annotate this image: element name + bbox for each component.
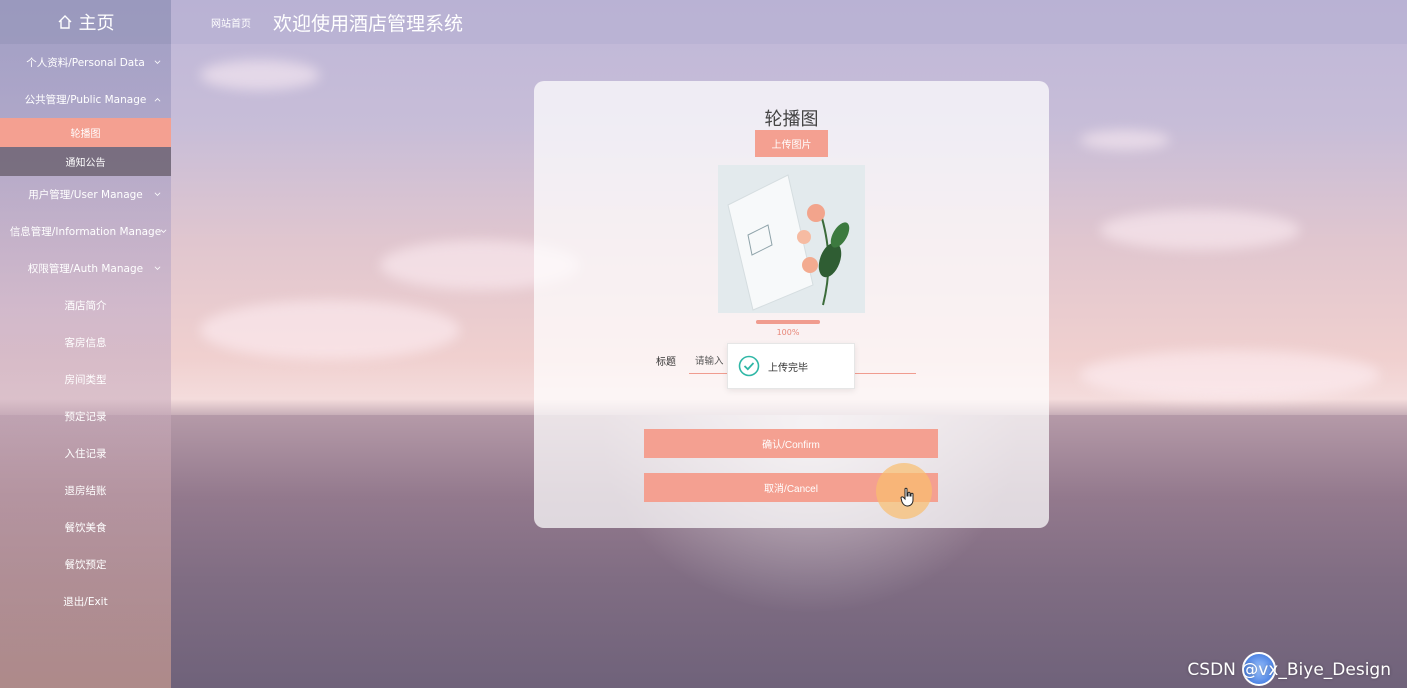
- sidebar-item-dining-booking[interactable]: 餐饮预定: [0, 546, 171, 583]
- sidebar-item-label: 信息管理/Information Manage: [9, 226, 162, 238]
- flower-card-image: [718, 165, 865, 313]
- page-title: 欢迎使用酒店管理系统: [273, 12, 464, 35]
- background-cloud: [1080, 350, 1380, 400]
- image-preview: [718, 165, 865, 313]
- sidebar-item-label: 酒店简介: [64, 300, 107, 312]
- sidebar-item-exit[interactable]: 退出/Exit: [0, 583, 171, 620]
- sidebar-item-checkout[interactable]: 退房结账: [0, 472, 171, 509]
- carousel-edit-dialog: 轮播图 上传图片 100% 标题 上传完毕 确认/Confirm 取消/Canc…: [534, 81, 1049, 528]
- chevron-down-icon: [154, 265, 161, 270]
- upload-complete-toast: 上传完毕: [727, 343, 855, 389]
- sidebar-subitem-label: 轮播图: [70, 129, 101, 140]
- breadcrumb-home-link[interactable]: 网站首页: [211, 15, 251, 30]
- sidebar-item-personal-data[interactable]: 个人资料/Personal Data: [0, 44, 171, 81]
- chevron-down-icon: [154, 59, 161, 64]
- upload-progress-fill: [756, 320, 820, 324]
- sidebar-item-dining[interactable]: 餐饮美食: [0, 509, 171, 546]
- sidebar-item-label: 个人资料/Personal Data: [26, 57, 145, 69]
- sidebar-brand[interactable]: 主页: [0, 0, 171, 44]
- sidebar-subitem-notice[interactable]: 通知公告: [0, 147, 171, 176]
- sidebar-subitem-carousel[interactable]: 轮播图: [0, 118, 171, 147]
- sidebar-item-label: 餐饮美食: [64, 522, 107, 534]
- brand-label: 主页: [78, 13, 115, 34]
- sidebar-item-label: 餐饮预定: [64, 559, 107, 571]
- confirm-button[interactable]: 确认/Confirm: [644, 429, 938, 458]
- check-circle-icon: [738, 355, 760, 377]
- home-icon: [58, 15, 71, 29]
- chevron-up-icon: [154, 97, 161, 102]
- sidebar-item-label: 公共管理/Public Manage: [24, 94, 147, 106]
- background-cloud: [1100, 210, 1300, 250]
- sidebar-item-checkin-records[interactable]: 入住记录: [0, 435, 171, 472]
- toast-message: 上传完毕: [768, 362, 808, 374]
- sidebar-item-label: 用户管理/User Manage: [28, 189, 143, 201]
- dialog-title: 轮播图: [764, 109, 819, 130]
- sidebar-item-label: 退房结账: [64, 485, 107, 497]
- chevron-down-icon: [154, 191, 161, 196]
- sidebar-item-auth-manage[interactable]: 权限管理/Auth Manage: [0, 250, 171, 287]
- sidebar-subitem-label: 通知公告: [65, 158, 106, 169]
- sidebar-item-label: 入住记录: [64, 448, 107, 460]
- sidebar-item-booking-records[interactable]: 预定记录: [0, 398, 171, 435]
- sidebar-item-label: 权限管理/Auth Manage: [27, 263, 144, 275]
- sidebar-item-information-manage[interactable]: 信息管理/Information Manage: [0, 213, 171, 250]
- background-cloud: [200, 60, 320, 90]
- upload-progress-bar: [756, 320, 820, 324]
- sidebar-item-label: 房间类型: [64, 374, 107, 386]
- upload-progress-text: 100%: [776, 328, 800, 337]
- sidebar-item-label: 客房信息: [64, 337, 107, 349]
- upload-image-button[interactable]: 上传图片: [755, 130, 828, 157]
- watermark-text: CSDN @vx_Biye_Design: [1187, 660, 1391, 680]
- top-bar: 网站首页 欢迎使用酒店管理系统: [171, 0, 1407, 44]
- sidebar-item-public-manage[interactable]: 公共管理/Public Manage: [0, 81, 171, 118]
- chevron-down-icon: [160, 228, 167, 233]
- hand-cursor-icon: [900, 487, 914, 507]
- sidebar-item-label: 退出/Exit: [63, 596, 108, 608]
- background-cloud: [200, 300, 460, 360]
- sidebar: 主页 个人资料/Personal Data 公共管理/Public Manage…: [0, 0, 171, 688]
- background-cloud: [1080, 130, 1170, 150]
- sidebar-item-room-type[interactable]: 房间类型: [0, 361, 171, 398]
- sidebar-item-label: 预定记录: [64, 411, 107, 423]
- sidebar-item-user-manage[interactable]: 用户管理/User Manage: [0, 176, 171, 213]
- sidebar-item-hotel-intro[interactable]: 酒店简介: [0, 287, 171, 324]
- title-field-label: 标题: [656, 357, 676, 368]
- sidebar-item-room-info[interactable]: 客房信息: [0, 324, 171, 361]
